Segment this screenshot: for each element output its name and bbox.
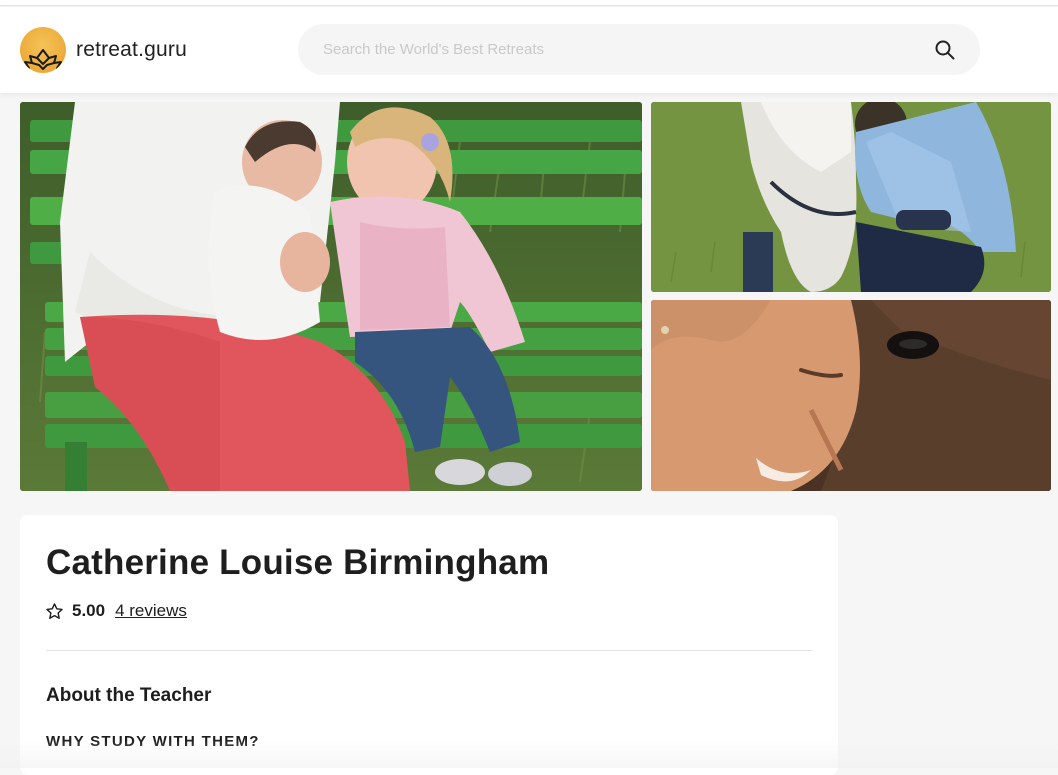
logo-wordmark: retreat.guru: [76, 38, 187, 61]
search-icon: [935, 40, 955, 60]
search-button[interactable]: [932, 37, 958, 63]
photo-woman-and-horse-closeup[interactable]: [651, 300, 1051, 491]
section-title-about: About the Teacher: [46, 685, 212, 706]
teacher-info-card: Catherine Louise Birmingham 5.00 4 revie…: [20, 515, 838, 775]
lotus-sun-icon: [20, 27, 66, 73]
rating-row: 5.00 4 reviews: [45, 600, 187, 622]
star-outline-icon: [46, 602, 63, 619]
search-input[interactable]: [323, 34, 903, 65]
rating-value: 5.00: [72, 601, 106, 620]
photo-horse-and-rider[interactable]: [651, 102, 1051, 292]
top-border: [0, 0, 1058, 6]
divider: [46, 650, 812, 651]
teacher-name: Catherine Louise Birmingham: [46, 543, 550, 582]
site-logo-link[interactable]: retreat.guru: [20, 27, 187, 73]
photo-mother-baby-child-bench[interactable]: [20, 102, 642, 491]
search-bar: [298, 24, 980, 75]
section-subtitle-why-study: WHY STUDY WITH THEM?: [46, 733, 260, 750]
reviews-link[interactable]: 4 reviews: [115, 601, 187, 621]
site-header: retreat.guru: [0, 7, 1058, 93]
